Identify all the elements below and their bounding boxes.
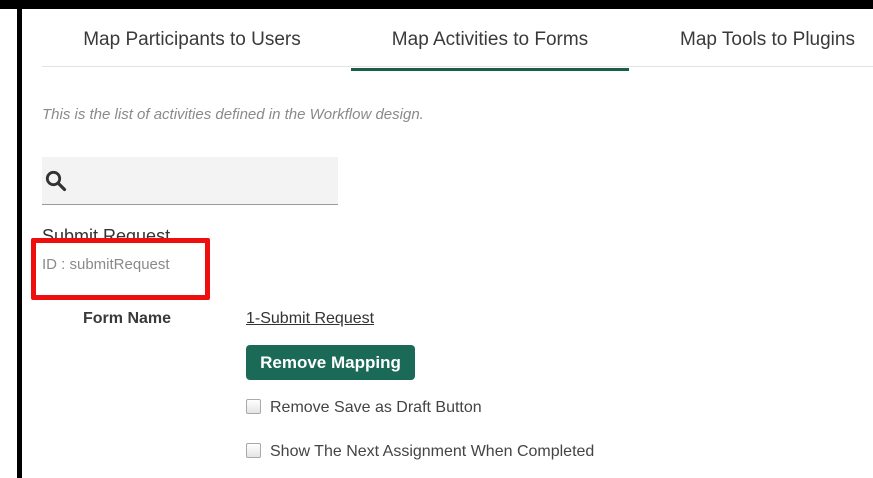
remove-mapping-button[interactable]: Remove Mapping <box>246 345 415 380</box>
remove-save-as-draft-checkbox[interactable] <box>246 399 261 414</box>
tab-map-activities-to-forms[interactable]: Map Activities to Forms <box>351 9 629 71</box>
show-next-assignment-label: Show The Next Assignment When Completed <box>270 443 595 460</box>
tab-bar: Map Participants to Users Map Activities… <box>42 9 873 71</box>
form-name-label: Form Name <box>83 310 172 327</box>
search-box <box>42 157 338 205</box>
screenshot-frame-left <box>17 0 22 478</box>
show-next-assignment-checkbox[interactable] <box>246 443 261 458</box>
remove-save-as-draft-label: Remove Save as Draft Button <box>270 399 482 416</box>
tab-bar-divider <box>42 66 873 67</box>
tab-map-tools-to-plugins[interactable]: Map Tools to Plugins <box>662 9 873 66</box>
screenshot-frame-top <box>0 0 873 9</box>
tab-map-participants-to-users[interactable]: Map Participants to Users <box>42 9 342 66</box>
form-name-link[interactable]: 1-Submit Request <box>246 310 374 328</box>
intro-text: This is the list of activities defined i… <box>42 106 424 123</box>
search-input[interactable] <box>74 165 333 197</box>
highlight-box <box>31 238 210 300</box>
search-icon[interactable] <box>44 169 68 193</box>
